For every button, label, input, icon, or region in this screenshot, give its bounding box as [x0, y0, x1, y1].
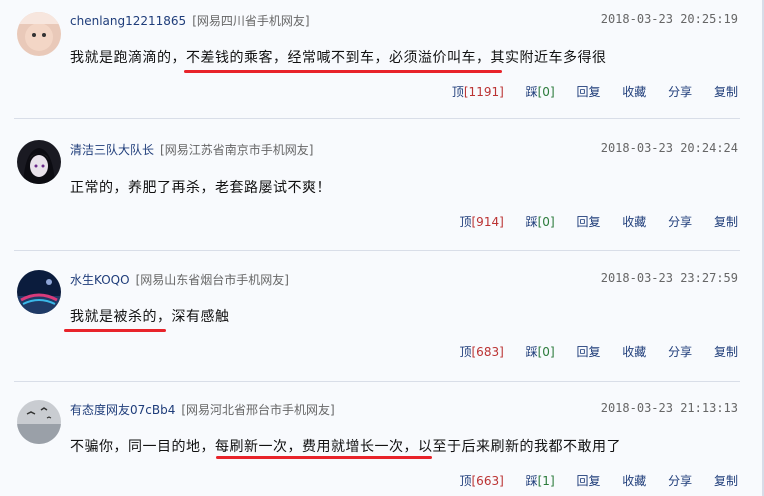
comment-item: 有态度网友07cBb4 [网易河北省邢台市手机网友] 2018-03-23 21:… [0, 390, 760, 496]
comment-text: 不骗你，同一目的地，每刷新一次，费用就增长一次，以至于后来刷新的我都不敢用了 [70, 439, 621, 455]
downvote-button[interactable]: 踩[0] [526, 85, 555, 99]
favorite-button[interactable]: 收藏 [622, 474, 646, 488]
reply-button[interactable]: 回复 [576, 215, 600, 229]
comment-actions: 顶[663] 踩[1] 回复 收藏 分享 复制 [441, 472, 738, 489]
share-button[interactable]: 分享 [668, 215, 692, 229]
copy-button[interactable]: 复制 [714, 85, 738, 99]
comment-item: 清洁三队大队长 [网易江苏省南京市手机网友] 2018-03-23 20:24:2… [0, 130, 760, 242]
highlight-underline [64, 329, 166, 332]
copy-button[interactable]: 复制 [714, 345, 738, 359]
user-avatar[interactable] [17, 140, 61, 184]
username-text[interactable]: 清洁三队大队长 [70, 143, 154, 157]
comment-time: 2018-03-23 23:27:59 [600, 271, 738, 285]
copy-button[interactable]: 复制 [714, 215, 738, 229]
user-avatar[interactable] [17, 12, 61, 56]
share-button[interactable]: 分享 [668, 85, 692, 99]
share-button[interactable]: 分享 [668, 474, 692, 488]
comment-text: 我就是被杀的，深有感触 [70, 309, 230, 325]
username[interactable]: 清洁三队大队长 [网易江苏省南京市手机网友] [70, 141, 313, 158]
upvote-button[interactable]: 顶[914] [459, 215, 503, 229]
downvote-button[interactable]: 踩[0] [526, 215, 555, 229]
comment-text: 正常的，养肥了再杀，老套路屡试不爽！ [70, 180, 331, 196]
user-avatar[interactable] [17, 400, 61, 444]
downvote-button[interactable]: 踩[1] [526, 474, 555, 488]
upvote-button[interactable]: 顶[663] [459, 474, 503, 488]
comment-divider [14, 381, 740, 382]
comment-actions: 顶[1191] 踩[0] 回复 收藏 分享 复制 [434, 83, 738, 100]
downvote-button[interactable]: 踩[0] [526, 345, 555, 359]
user-location: [网易河北省邢台市手机网友] [181, 403, 335, 417]
comment-divider [14, 118, 740, 119]
comment-time: 2018-03-23 20:25:19 [600, 12, 738, 26]
username[interactable]: 水生KOQO [网易山东省烟台市手机网友] [70, 271, 289, 288]
username[interactable]: chenlang12211865 [网易四川省手机网友] [70, 12, 310, 29]
reply-button[interactable]: 回复 [576, 474, 600, 488]
username[interactable]: 有态度网友07cBb4 [网易河北省邢台市手机网友] [70, 401, 335, 418]
favorite-button[interactable]: 收藏 [622, 215, 646, 229]
upvote-button[interactable]: 顶[683] [459, 345, 503, 359]
favorite-button[interactable]: 收藏 [622, 85, 646, 99]
share-button[interactable]: 分享 [668, 345, 692, 359]
comment-divider [14, 250, 740, 251]
comment-item: chenlang12211865 [网易四川省手机网友] 2018-03-23 2… [0, 0, 760, 112]
highlight-underline [184, 70, 502, 73]
username-text[interactable]: chenlang12211865 [70, 14, 186, 28]
user-avatar[interactable] [17, 270, 61, 314]
copy-button[interactable]: 复制 [714, 474, 738, 488]
username-text[interactable]: 有态度网友07cBb4 [70, 403, 175, 417]
user-location: [网易四川省手机网友] [192, 14, 310, 28]
comment-actions: 顶[914] 踩[0] 回复 收藏 分享 复制 [441, 213, 738, 230]
user-location: [网易山东省烟台市手机网友] [135, 273, 289, 287]
comment-item: 水生KOQO [网易山东省烟台市手机网友] 2018-03-23 23:27:59… [0, 260, 760, 372]
username-text[interactable]: 水生KOQO [70, 273, 130, 287]
comment-actions: 顶[683] 踩[0] 回复 收藏 分享 复制 [441, 343, 738, 360]
upvote-button[interactable]: 顶[1191] [452, 85, 504, 99]
favorite-button[interactable]: 收藏 [622, 345, 646, 359]
user-location: [网易江苏省南京市手机网友] [160, 143, 314, 157]
comment-time: 2018-03-23 20:24:24 [600, 141, 738, 155]
comment-time: 2018-03-23 21:13:13 [600, 401, 738, 415]
comment-text: 我就是跑滴滴的，不差钱的乘客，经常喊不到车，必须溢价叫车，其实附近车多得很 [70, 50, 607, 66]
reply-button[interactable]: 回复 [576, 345, 600, 359]
reply-button[interactable]: 回复 [576, 85, 600, 99]
highlight-underline [216, 456, 432, 459]
